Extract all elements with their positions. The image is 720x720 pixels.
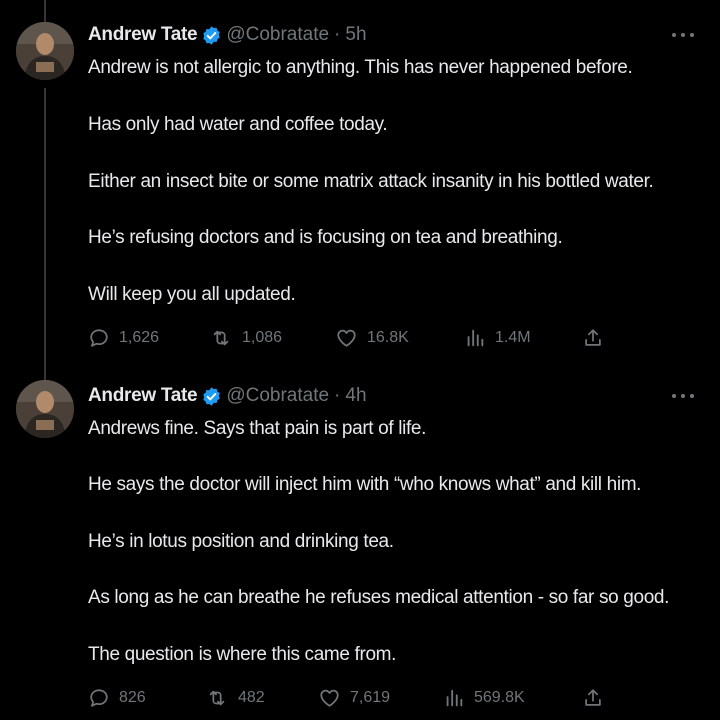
tweet-text-line: Either an insect bite or some matrix att… <box>88 171 654 192</box>
reply-button[interactable]: 826 <box>88 686 146 710</box>
repost-icon <box>209 690 225 706</box>
avatar[interactable] <box>16 380 74 438</box>
views-icon <box>446 689 463 707</box>
timestamp[interactable]: 5h <box>345 24 366 46</box>
reply-count: 826 <box>119 689 146 706</box>
reply-icon <box>90 689 108 707</box>
separator-dot: · <box>334 24 341 45</box>
share-button[interactable] <box>582 686 613 710</box>
tweet-text-line: Andrew is not allergic to anything. This… <box>88 57 633 78</box>
tweet[interactable]: Andrew Tate @Cobratate · 4h Andrews fine… <box>0 370 720 720</box>
avatar[interactable] <box>16 22 74 80</box>
reply-button[interactable]: 1,626 <box>88 326 159 350</box>
views-count: 1.4M <box>495 329 531 346</box>
tweet-text-line: He’s refusing doctors and is focusing on… <box>88 227 563 248</box>
tweet-text-line: The question is where this came from. <box>88 644 397 665</box>
author-handle[interactable]: @Cobratate <box>226 385 329 407</box>
like-count: 7,619 <box>350 689 391 706</box>
tweet-header: Andrew Tate @Cobratate · 4h <box>88 384 367 408</box>
tweet-text-line: Andrews fine. Says that pain is part of … <box>88 418 427 439</box>
tweet-text-line: Will keep you all updated. <box>88 284 296 305</box>
like-icon <box>337 329 356 347</box>
verified-badge-icon <box>203 386 221 406</box>
tweet-text-line: He’s in lotus position and drinking tea. <box>88 531 394 552</box>
avatar-image <box>16 22 74 80</box>
repost-icon <box>213 330 229 346</box>
share-icon <box>585 689 601 706</box>
share-button[interactable] <box>582 326 613 350</box>
views-icon <box>467 329 484 347</box>
like-icon <box>320 689 339 707</box>
avatar-image <box>16 380 74 438</box>
author-name[interactable]: Andrew Tate <box>88 24 198 46</box>
views-count: 569.8K <box>474 689 525 706</box>
more-options-icon[interactable] <box>672 26 694 44</box>
separator-dot: · <box>334 385 341 406</box>
timestamp[interactable]: 4h <box>345 385 366 407</box>
tweet-text-line: Has only had water and coffee today. <box>88 114 388 135</box>
tweet-header: Andrew Tate @Cobratate · 5h <box>88 23 367 47</box>
reply-icon <box>90 329 108 347</box>
repost-count: 482 <box>238 689 265 706</box>
more-options-icon[interactable] <box>672 387 694 405</box>
share-icon <box>585 329 601 346</box>
like-count: 16.8K <box>367 329 409 346</box>
reply-count: 1,626 <box>119 329 160 346</box>
verified-badge-icon <box>203 25 221 45</box>
tweet-text-line: He says the doctor will inject him with … <box>88 474 642 495</box>
like-button[interactable]: 16.8K <box>335 326 409 350</box>
repost-button[interactable]: 1,086 <box>209 326 282 350</box>
views-button[interactable]: 569.8K <box>443 686 525 710</box>
author-name[interactable]: Andrew Tate <box>88 385 198 407</box>
views-button[interactable]: 1.4M <box>464 326 531 350</box>
tweet-actions: 826 482 7,619 569.8K <box>88 686 708 710</box>
tweet-actions: 1,626 1,086 16.8K 1.4M <box>88 326 708 350</box>
repost-button[interactable]: 482 <box>205 686 265 710</box>
tweet[interactable]: Andrew Tate @Cobratate · 5h Andrew is no… <box>0 0 720 370</box>
repost-count: 1,086 <box>242 329 283 346</box>
author-handle[interactable]: @Cobratate <box>226 24 329 46</box>
tweet-text-line: As long as he can breathe he refuses med… <box>88 587 670 608</box>
like-button[interactable]: 7,619 <box>318 686 390 710</box>
